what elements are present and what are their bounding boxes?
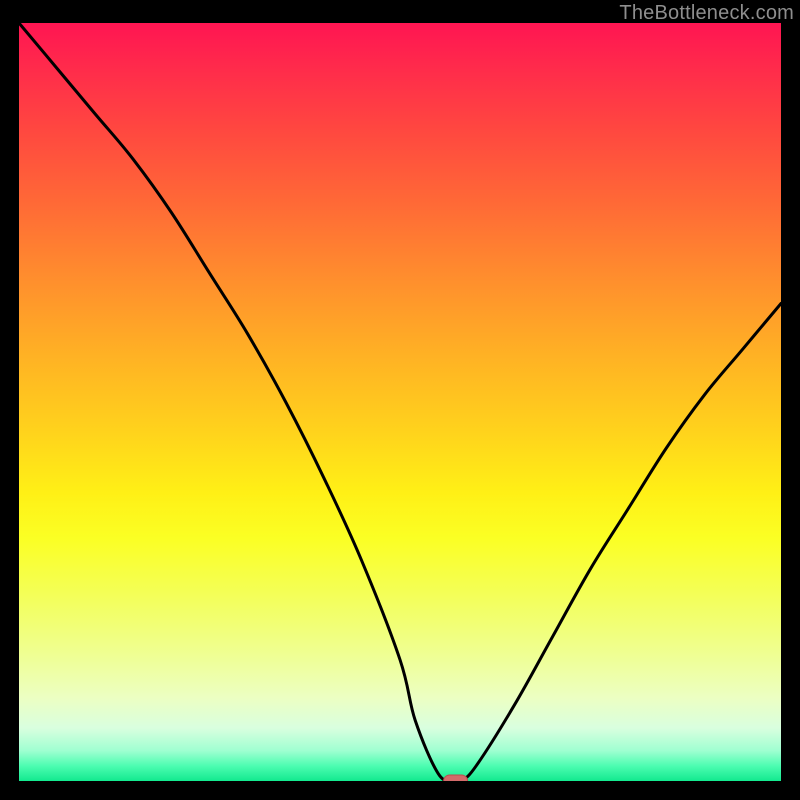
plot-area (19, 23, 781, 781)
attribution-text: TheBottleneck.com (619, 2, 794, 25)
chart-frame: TheBottleneck.com (0, 0, 800, 800)
curve-layer (19, 23, 781, 781)
optimal-marker (444, 775, 468, 781)
bottleneck-curve (19, 23, 781, 781)
